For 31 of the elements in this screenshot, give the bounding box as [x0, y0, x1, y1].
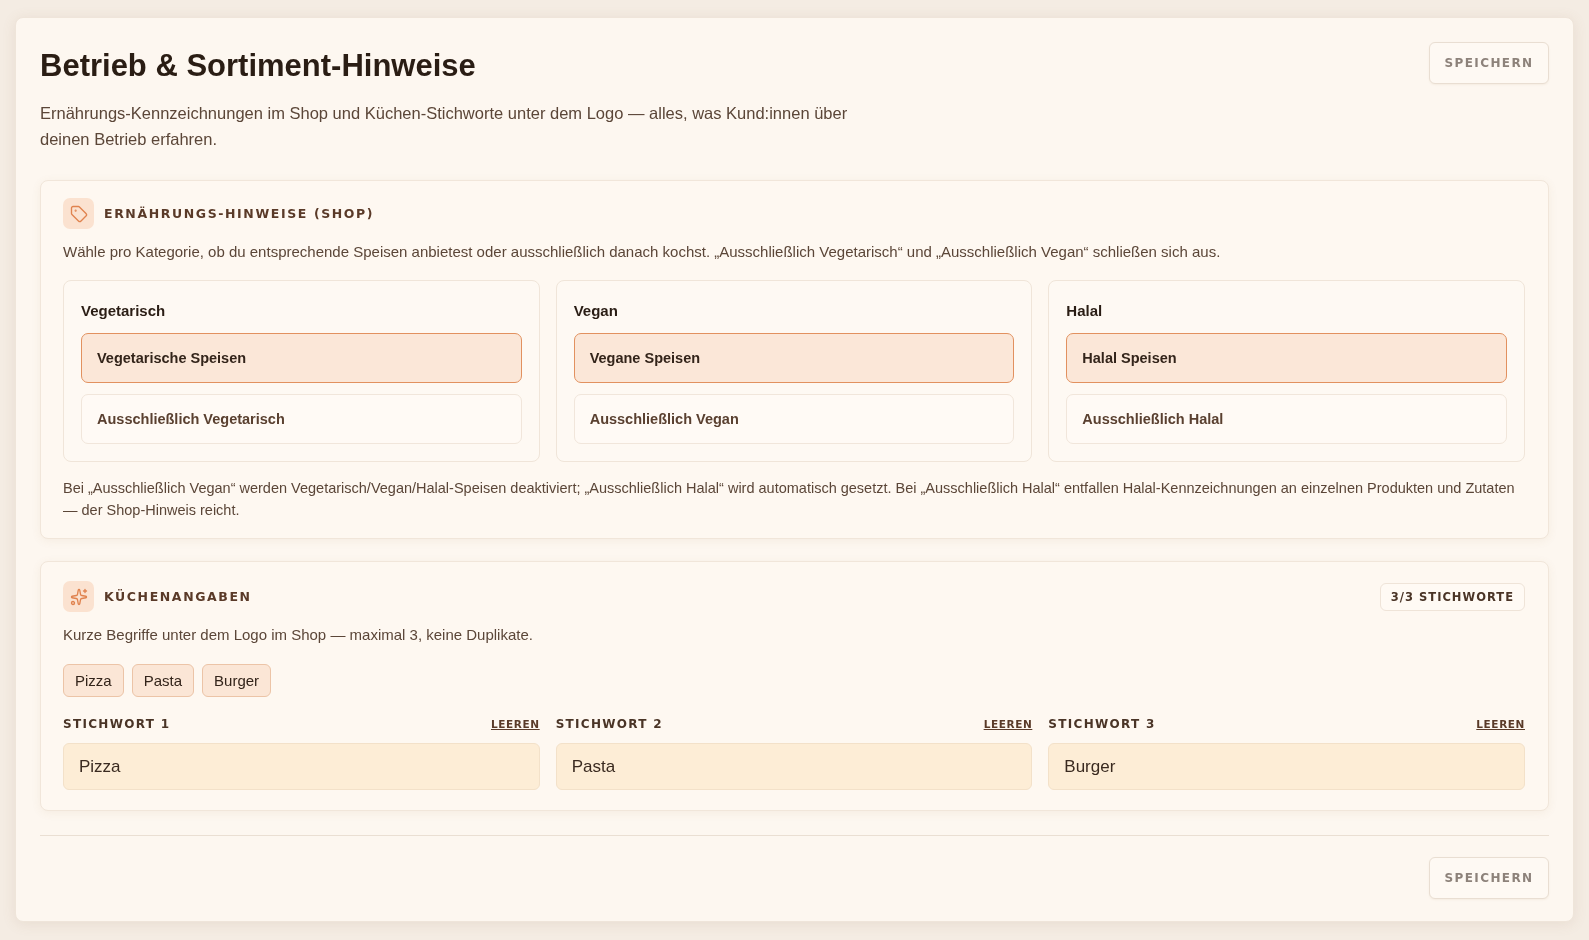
- clear-link[interactable]: LEEREN: [490, 718, 540, 730]
- category-title: Halal: [1066, 301, 1104, 321]
- keyword-input[interactable]: Pizza: [63, 743, 540, 790]
- sparkles-icon: [63, 581, 94, 612]
- toggle-option[interactable]: Ausschließlich Vegan: [573, 394, 1015, 444]
- keyword-count-badge: 3/3 STICHWORTE: [1379, 582, 1525, 611]
- clear-link[interactable]: LEEREN: [1476, 718, 1525, 730]
- page-description: Ernährungs-Kennzeichnungen im Shop und Küchen-Stichworte unter dem Logo — alles, was Kund:innen über deinen Betrieb erfahren.: [40, 103, 849, 150]
- field-label: STICHWORT 3: [1048, 717, 1156, 731]
- clear-link[interactable]: LEEREN: [983, 718, 1033, 730]
- section-note: Bei „Ausschließlich Vegan“ werden Vegetarisch/Vegan/Halal-Speisen deaktiviert; „Ausschließlich Halal“ wird automatisch gesetzt. Bei „Ausschließlich Halal“ entfallen Halal-Kennzeichnungen an einzelnen Produkten und Zutaten — der Shop-Hinweis reicht.: [63, 479, 1516, 520]
- page-title: Betrieb & Sortiment-Hinweise: [40, 48, 476, 84]
- keyword-input[interactable]: Pasta: [555, 743, 1033, 790]
- section-heading: KÜCHENANGABEN: [104, 589, 252, 604]
- toggle-option[interactable]: Ausschließlich Halal: [1066, 394, 1507, 444]
- category-title: Vegetarisch: [81, 301, 167, 321]
- toggle-option[interactable]: Vegetarische Speisen: [81, 333, 522, 383]
- keyword-input[interactable]: Burger: [1048, 743, 1525, 790]
- keyword-tag: Pizza: [63, 664, 124, 697]
- toggle-option[interactable]: Vegane Speisen: [573, 333, 1015, 383]
- section-heading: ERNÄHRUNGS-HINWEISE (SHOP): [104, 206, 375, 221]
- keyword-tag: Pasta: [131, 664, 195, 697]
- section-description: Kurze Begriffe unter dem Logo im Shop — maximal 3, keine Duplikate.: [63, 625, 534, 645]
- toggle-option[interactable]: Halal Speisen: [1066, 333, 1507, 383]
- section-description: Wähle pro Kategorie, ob du entsprechende Speisen anbietest oder ausschließlich danach kochst. „Ausschließlich Vegetarisch“ und „Ausschließlich Vegan“ schließen sich aus.: [63, 242, 1222, 262]
- category-title: Vegan: [573, 301, 619, 321]
- keyword-tag: Burger: [202, 664, 272, 697]
- tag-icon: [63, 198, 94, 229]
- toggle-option[interactable]: Ausschließlich Vegetarisch: [81, 394, 522, 444]
- field-label: STICHWORT 2: [555, 717, 663, 731]
- field-label: STICHWORT 1: [63, 717, 171, 731]
